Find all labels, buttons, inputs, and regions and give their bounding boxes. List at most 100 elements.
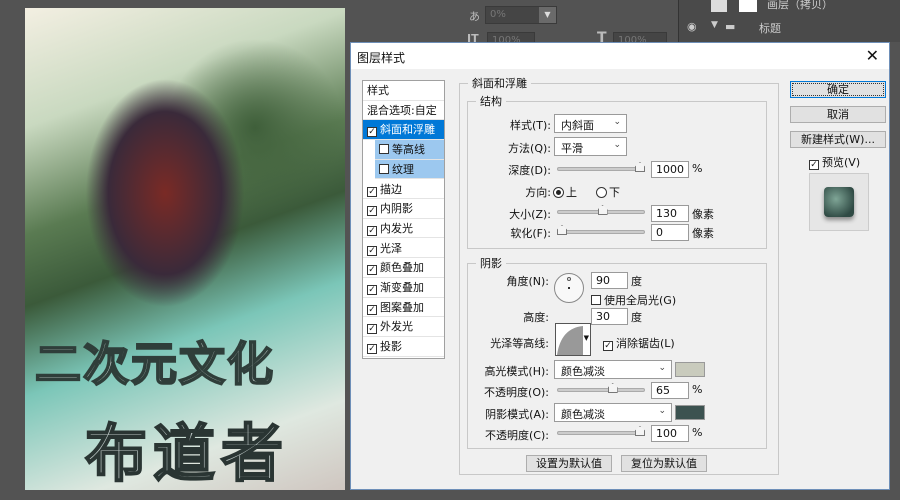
preview-swatch <box>824 187 854 217</box>
cancel-button[interactable]: 取消 <box>790 106 886 123</box>
artwork-canvas: 二次元文化 布道者 <box>25 8 345 490</box>
gloss-contour-picker[interactable]: ▼ <box>555 323 591 356</box>
expand-triangle-icon[interactable]: ▼ <box>711 20 718 30</box>
artwork-title-line2: 布道者 <box>84 416 290 490</box>
style-item-label: 纹理 <box>392 162 414 176</box>
checkbox-icon[interactable]: ✓ <box>367 127 377 138</box>
style-item-label: 等高线 <box>392 143 425 157</box>
style-item-label: 光泽 <box>380 241 402 255</box>
shadow-opacity-slider[interactable] <box>557 426 645 436</box>
checkbox-icon[interactable]: ✓ <box>367 285 377 295</box>
layers-panel: 画层（拷贝） ◉ ▼ ▬ 标题 <box>678 0 900 42</box>
highlight-mode-value: 颜色减淡 <box>561 365 605 378</box>
dialog-titlebar: 图层样式 ✕ <box>351 43 889 69</box>
highlight-opacity-input[interactable]: 65 <box>651 382 689 399</box>
technique-select[interactable]: 平滑 ⌄ <box>554 137 627 156</box>
style-item[interactable]: 纹理 <box>375 159 444 180</box>
checkbox-icon[interactable]: ✓ <box>367 304 377 315</box>
style-item[interactable]: 等高线 <box>375 140 444 160</box>
artwork-character <box>85 78 245 308</box>
styles-list: 样式 混合选项:自定 ✓ 斜面和浮雕 等高线 纹理 ✓ 描边 ✓ 内阴影 ✓ 内发光 ✓ 光泽 ✓ 颜色叠加 ✓… <box>362 80 445 359</box>
direction-down-radio[interactable]: 下 <box>596 184 620 200</box>
size-input[interactable]: 130 <box>651 205 689 222</box>
direction-up-radio[interactable]: 上 <box>553 184 577 200</box>
shadow-mode-value: 颜色减淡 <box>561 408 605 421</box>
highlight-color-swatch[interactable] <box>675 362 705 377</box>
style-item[interactable]: ✓ 光泽 <box>363 239 444 259</box>
style-item[interactable]: ✓ 图案叠加 <box>363 298 444 318</box>
style-item-label: 内发光 <box>380 221 413 235</box>
angle-input[interactable]: 90 <box>591 272 628 289</box>
style-item[interactable]: ✓ 内阴影 <box>363 199 444 219</box>
new-style-button[interactable]: 新建样式(W)... <box>790 131 886 148</box>
depth-unit: % <box>692 162 703 175</box>
group-name[interactable]: 标题 <box>759 20 781 36</box>
checkbox-icon <box>591 295 601 305</box>
contour-curve-icon <box>557 326 583 355</box>
tracking-dropdown-icon[interactable]: ▼ <box>539 7 556 23</box>
angle-unit: 度 <box>631 275 642 288</box>
reset-default-button[interactable]: 复位为默认值 <box>621 455 707 472</box>
style-item[interactable]: 样式 <box>363 81 444 101</box>
contour-dropdown-icon[interactable]: ▼ <box>584 334 589 342</box>
angle-label: 角度(N): <box>506 275 549 288</box>
angle-dial-handle[interactable] <box>567 277 571 281</box>
size-slider[interactable] <box>557 205 645 215</box>
structure-title: 结构 <box>480 95 502 108</box>
checkbox-icon[interactable]: ✓ <box>367 225 377 236</box>
shadow-color-swatch[interactable] <box>675 405 705 420</box>
style-item-label: 图案叠加 <box>380 300 424 314</box>
checkbox-icon: ✓ <box>603 341 613 351</box>
close-icon[interactable]: ✕ <box>866 46 879 65</box>
dialog-title: 图层样式 <box>357 51 406 65</box>
visibility-eye-icon[interactable]: ◉ <box>687 20 697 33</box>
checkbox-icon[interactable]: ✓ <box>367 186 377 197</box>
smart-object-thumbnail <box>711 0 727 12</box>
soften-slider[interactable] <box>557 225 645 235</box>
make-default-button[interactable]: 设置为默认值 <box>526 455 612 472</box>
layer-name[interactable]: 画层（拷贝） <box>767 0 833 12</box>
style-item[interactable]: ✓ 投影 <box>363 337 444 357</box>
checkbox-icon[interactable]: ✓ <box>367 245 377 256</box>
style-select[interactable]: 内斜面 ⌄ <box>554 114 627 133</box>
highlight-opacity-slider[interactable] <box>557 383 645 393</box>
angle-dial[interactable] <box>554 273 584 303</box>
checkbox-icon[interactable] <box>379 144 389 155</box>
depth-input[interactable]: 1000 <box>651 161 689 178</box>
style-item[interactable]: ✓ 外发光 <box>363 317 444 337</box>
style-item[interactable]: ✓ 内发光 <box>363 219 444 239</box>
shadow-mode-select[interactable]: 颜色减淡 ⌄ <box>554 403 672 422</box>
style-item[interactable]: ✓ 描边 <box>363 180 444 199</box>
checkbox-icon[interactable]: ✓ <box>367 206 377 217</box>
technique-value: 平滑 <box>561 142 583 155</box>
highlight-mode-select[interactable]: 颜色减淡 ⌄ <box>554 360 672 379</box>
style-item[interactable]: ✓ 斜面和浮雕 <box>363 120 444 140</box>
size-unit: 像素 <box>692 208 714 221</box>
checkbox-icon[interactable] <box>379 163 389 174</box>
checkbox-icon[interactable]: ✓ <box>367 324 377 335</box>
highlight-mode-label: 高光模式(H): <box>484 365 549 378</box>
style-item-label: 样式 <box>367 84 389 97</box>
style-item[interactable]: ✓ 颜色叠加 <box>363 258 444 278</box>
soften-input[interactable]: 0 <box>651 224 689 241</box>
style-item[interactable]: ✓ 渐变叠加 <box>363 278 444 298</box>
depth-slider[interactable] <box>557 162 645 172</box>
shading-title: 阴影 <box>480 257 502 270</box>
checkbox-icon[interactable]: ✓ <box>367 265 377 276</box>
radio-icon <box>596 187 607 198</box>
altitude-input[interactable]: 30 <box>591 308 628 325</box>
ok-button[interactable]: 确定 <box>790 81 886 98</box>
chevron-down-icon: ⌄ <box>613 117 621 127</box>
shadow-opacity-input[interactable]: 100 <box>651 425 689 442</box>
style-item[interactable]: 混合选项:自定 <box>363 101 444 121</box>
highlight-opacity-unit: % <box>692 383 703 396</box>
chevron-down-icon: ⌄ <box>658 406 666 416</box>
style-label: 样式(T): <box>509 119 551 132</box>
preview-checkbox[interactable]: ✓ 预览(V) <box>809 154 860 170</box>
anti-alias-checkbox[interactable]: ✓ 消除锯齿(L) <box>603 335 675 351</box>
global-light-checkbox[interactable]: 使用全局光(G) <box>591 292 676 308</box>
soften-unit: 像素 <box>692 227 714 240</box>
chevron-down-icon: ⌄ <box>613 140 621 150</box>
altitude-label: 高度: <box>523 311 549 324</box>
checkbox-icon[interactable]: ✓ <box>367 344 377 355</box>
